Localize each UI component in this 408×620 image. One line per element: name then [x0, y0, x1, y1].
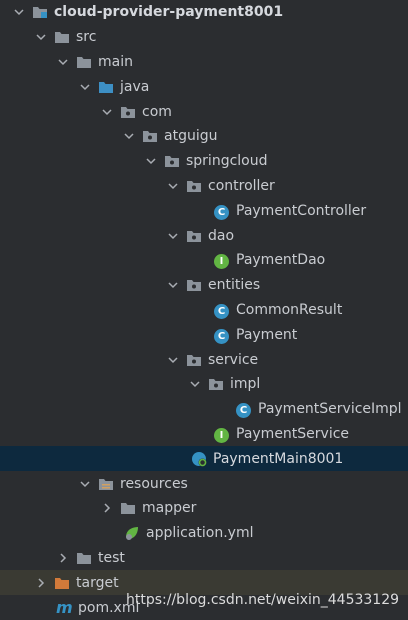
- chevron-down-icon[interactable]: [166, 229, 180, 243]
- tree-item-class[interactable]: C Payment: [0, 322, 408, 347]
- tree-item-interface[interactable]: I PaymentDao: [0, 248, 408, 273]
- tree-item-package[interactable]: entities: [0, 273, 408, 298]
- tree-item-label: Payment: [236, 326, 298, 343]
- tree-item-label: CommonResult: [236, 301, 343, 318]
- tree-item-package[interactable]: atguigu: [0, 124, 408, 149]
- chevron-right-icon[interactable]: [100, 501, 114, 515]
- tree-item-package[interactable]: impl: [0, 372, 408, 397]
- tree-item-label: java: [120, 78, 150, 95]
- package-icon: [120, 104, 136, 120]
- tree-item-label: PaymentController: [236, 202, 367, 219]
- tree-item-package[interactable]: springcloud: [0, 149, 408, 174]
- tree-item-config-file[interactable]: application.yml: [0, 521, 408, 546]
- resources-folder-icon: [98, 476, 114, 492]
- chevron-down-icon[interactable]: [12, 5, 26, 19]
- tree-item-class[interactable]: C PaymentServiceImpl: [0, 397, 408, 422]
- chevron-down-icon[interactable]: [166, 353, 180, 367]
- tree-item-label: service: [208, 351, 259, 368]
- folder-icon: [76, 54, 92, 70]
- tree-item-label: application.yml: [146, 525, 254, 542]
- chevron-down-icon[interactable]: [56, 55, 70, 69]
- class-icon: C: [214, 327, 230, 344]
- tree-item-package[interactable]: dao: [0, 223, 408, 248]
- tree-item-module[interactable]: cloud-provider-payment8001: [0, 0, 408, 25]
- tree-item-label: impl: [230, 376, 261, 393]
- tree-item-folder[interactable]: mapper: [0, 496, 408, 521]
- package-icon: [186, 352, 202, 368]
- chevron-down-icon[interactable]: [34, 30, 48, 44]
- tree-item-interface[interactable]: I PaymentService: [0, 422, 408, 447]
- chevron-down-icon[interactable]: [166, 179, 180, 193]
- tree-item-label: main: [98, 53, 133, 70]
- chevron-down-icon[interactable]: [188, 377, 202, 391]
- tree-item-label: mapper: [142, 500, 197, 517]
- folder-icon: [54, 29, 70, 45]
- interface-icon: I: [214, 426, 230, 443]
- tree-item-package[interactable]: service: [0, 347, 408, 372]
- spring-config-icon: [124, 525, 140, 541]
- tree-item-folder[interactable]: main: [0, 50, 408, 75]
- tree-item-package[interactable]: com: [0, 99, 408, 124]
- chevron-down-icon[interactable]: [78, 477, 92, 491]
- tree-item-label: PaymentService: [236, 425, 350, 442]
- folder-icon: [120, 500, 136, 516]
- tree-item-label: com: [142, 103, 172, 120]
- tree-item-label: controller: [208, 177, 275, 194]
- package-icon: [142, 128, 158, 144]
- tree-item-label: PaymentServiceImpl: [258, 401, 402, 418]
- chevron-right-icon[interactable]: [34, 576, 48, 590]
- tree-item-main-class[interactable]: PaymentMain8001: [0, 446, 408, 472]
- project-tree: cloud-provider-payment8001 src main java: [0, 0, 408, 620]
- tree-item-package[interactable]: controller: [0, 174, 408, 199]
- package-icon: [164, 153, 180, 169]
- tree-item-folder[interactable]: src: [0, 25, 408, 50]
- tree-item-label: cloud-provider-payment8001: [54, 4, 284, 21]
- interface-icon: I: [214, 252, 230, 270]
- tree-item-source-folder[interactable]: java: [0, 74, 408, 99]
- source-folder-icon: [98, 79, 114, 95]
- chevron-down-icon[interactable]: [122, 129, 136, 143]
- chevron-down-icon[interactable]: [144, 154, 158, 168]
- chevron-right-icon[interactable]: [56, 551, 70, 565]
- tree-item-label: dao: [208, 227, 235, 244]
- tree-item-label: src: [76, 29, 97, 46]
- tree-item-class[interactable]: C PaymentController: [0, 198, 408, 223]
- tree-item-label: atguigu: [164, 128, 218, 145]
- spring-boot-class-icon: [191, 451, 207, 467]
- folder-icon: [76, 550, 92, 566]
- tree-item-resources-folder[interactable]: resources: [0, 471, 408, 496]
- excluded-folder-icon: [54, 575, 70, 591]
- tree-item-label: resources: [120, 475, 188, 492]
- chevron-down-icon[interactable]: [100, 105, 114, 119]
- package-icon: [186, 178, 202, 194]
- package-icon: [186, 277, 202, 293]
- tree-item-label: PaymentMain8001: [213, 450, 344, 467]
- tree-item-label: entities: [208, 277, 261, 294]
- module-folder-icon: [32, 4, 48, 20]
- package-icon: [186, 228, 202, 244]
- chevron-down-icon[interactable]: [78, 80, 92, 94]
- class-icon: C: [236, 401, 252, 419]
- class-icon: C: [214, 302, 230, 319]
- maven-icon: m: [56, 597, 73, 617]
- tree-item-class[interactable]: C CommonResult: [0, 298, 408, 323]
- tree-item-folder[interactable]: test: [0, 546, 408, 571]
- tree-item-label: test: [98, 549, 125, 566]
- watermark-text: https://blog.csdn.net/weixin_44533129: [126, 592, 400, 608]
- tree-item-label: springcloud: [186, 153, 268, 170]
- tree-item-label: target: [76, 574, 119, 591]
- class-icon: C: [214, 203, 230, 220]
- chevron-down-icon[interactable]: [166, 278, 180, 292]
- package-icon: [208, 376, 224, 392]
- tree-item-label: PaymentDao: [236, 252, 326, 269]
